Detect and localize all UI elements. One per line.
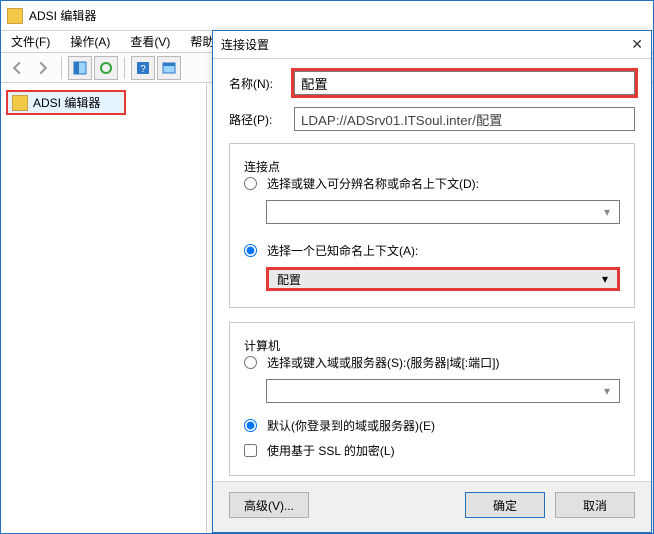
advanced-button-label: 高级(V)... [244,497,294,514]
chevron-down-icon: ▾ [597,271,613,287]
menu-file[interactable]: 文件(F) [5,31,56,52]
server-combo[interactable]: ▾ [266,379,620,403]
help-button[interactable]: ? [131,56,155,80]
toolbar-divider-2 [124,57,125,79]
radio-server-label: 选择或键入域或服务器(S):(服务器|域[:端口]) [267,354,499,371]
radio-dn[interactable] [244,177,257,190]
window-title: ADSI 编辑器 [29,7,96,24]
ok-button[interactable]: 确定 [465,492,545,518]
forward-button[interactable] [31,56,55,80]
ssl-checkbox[interactable] [244,444,257,457]
show-hide-console-tree-button[interactable] [68,56,92,80]
cancel-button[interactable]: 取消 [555,492,635,518]
refresh-button[interactable] [94,56,118,80]
computer-legend: 计算机 [244,339,280,353]
name-row: 名称(N): [229,71,635,95]
connection-point-legend: 连接点 [244,160,280,174]
radio-server[interactable] [244,356,257,369]
close-icon[interactable]: ✕ [631,36,643,53]
radio-naming-context[interactable] [244,244,257,257]
ok-button-label: 确定 [493,497,517,514]
dialog-titlebar: 连接设置 ✕ [213,31,651,59]
radio-dn-label: 选择或键入可分辨名称或命名上下文(D): [267,175,479,192]
panel-button[interactable] [157,56,181,80]
dialog-title: 连接设置 [221,36,269,53]
ssl-checkbox-label: 使用基于 SSL 的加密(L) [267,442,395,459]
connection-settings-dialog: 连接设置 ✕ 名称(N): 路径(P): 连接点 选择或键入可分辨名称或命名上下… [212,30,652,533]
naming-context-combo[interactable]: 配置 ▾ [266,267,620,291]
tree-root-label: ADSI 编辑器 [33,94,100,111]
titlebar: ADSI 编辑器 [1,1,653,31]
menu-action[interactable]: 操作(A) [64,31,116,52]
radio-naming-label: 选择一个已知命名上下文(A): [267,242,418,259]
app-icon [7,8,23,24]
naming-context-value: 配置 [277,271,301,288]
menu-view[interactable]: 查看(V) [124,31,176,52]
dn-combo[interactable]: ▾ [266,200,620,224]
ssl-checkbox-row[interactable]: 使用基于 SSL 的加密(L) [244,442,620,459]
path-input [294,107,635,131]
path-row: 路径(P): [229,107,635,131]
radio-naming-row[interactable]: 选择一个已知命名上下文(A): [244,242,620,259]
name-input[interactable] [294,71,635,95]
back-button[interactable] [5,56,29,80]
dialog-body: 名称(N): 路径(P): 连接点 选择或键入可分辨名称或命名上下文(D): ▾… [213,59,651,476]
radio-default-label: 默认(你登录到的域或服务器)(E) [267,417,435,434]
radio-default-row[interactable]: 默认(你登录到的域或服务器)(E) [244,417,620,434]
svg-text:?: ? [140,64,146,75]
radio-dn-row[interactable]: 选择或键入可分辨名称或命名上下文(D): [244,175,620,192]
toolbar-divider [61,57,62,79]
connection-point-group: 连接点 选择或键入可分辨名称或命名上下文(D): ▾ 选择一个已知命名上下文(A… [229,143,635,308]
chevron-down-icon: ▾ [599,204,615,220]
computer-group: 计算机 选择或键入域或服务器(S):(服务器|域[:端口]) ▾ 默认(你登录到… [229,322,635,476]
tree-pane: ADSI 编辑器 [2,84,207,532]
adsi-editor-node-icon [12,95,28,111]
cancel-button-label: 取消 [583,497,607,514]
radio-default[interactable] [244,419,257,432]
path-label: 路径(P): [229,111,284,128]
tree-root-adsi-editor[interactable]: ADSI 编辑器 [6,90,126,115]
advanced-button[interactable]: 高级(V)... [229,492,309,518]
radio-server-row[interactable]: 选择或键入域或服务器(S):(服务器|域[:端口]) [244,354,620,371]
chevron-down-icon: ▾ [599,383,615,399]
dialog-button-bar: 高级(V)... 确定 取消 [213,481,651,532]
name-label: 名称(N): [229,75,284,92]
